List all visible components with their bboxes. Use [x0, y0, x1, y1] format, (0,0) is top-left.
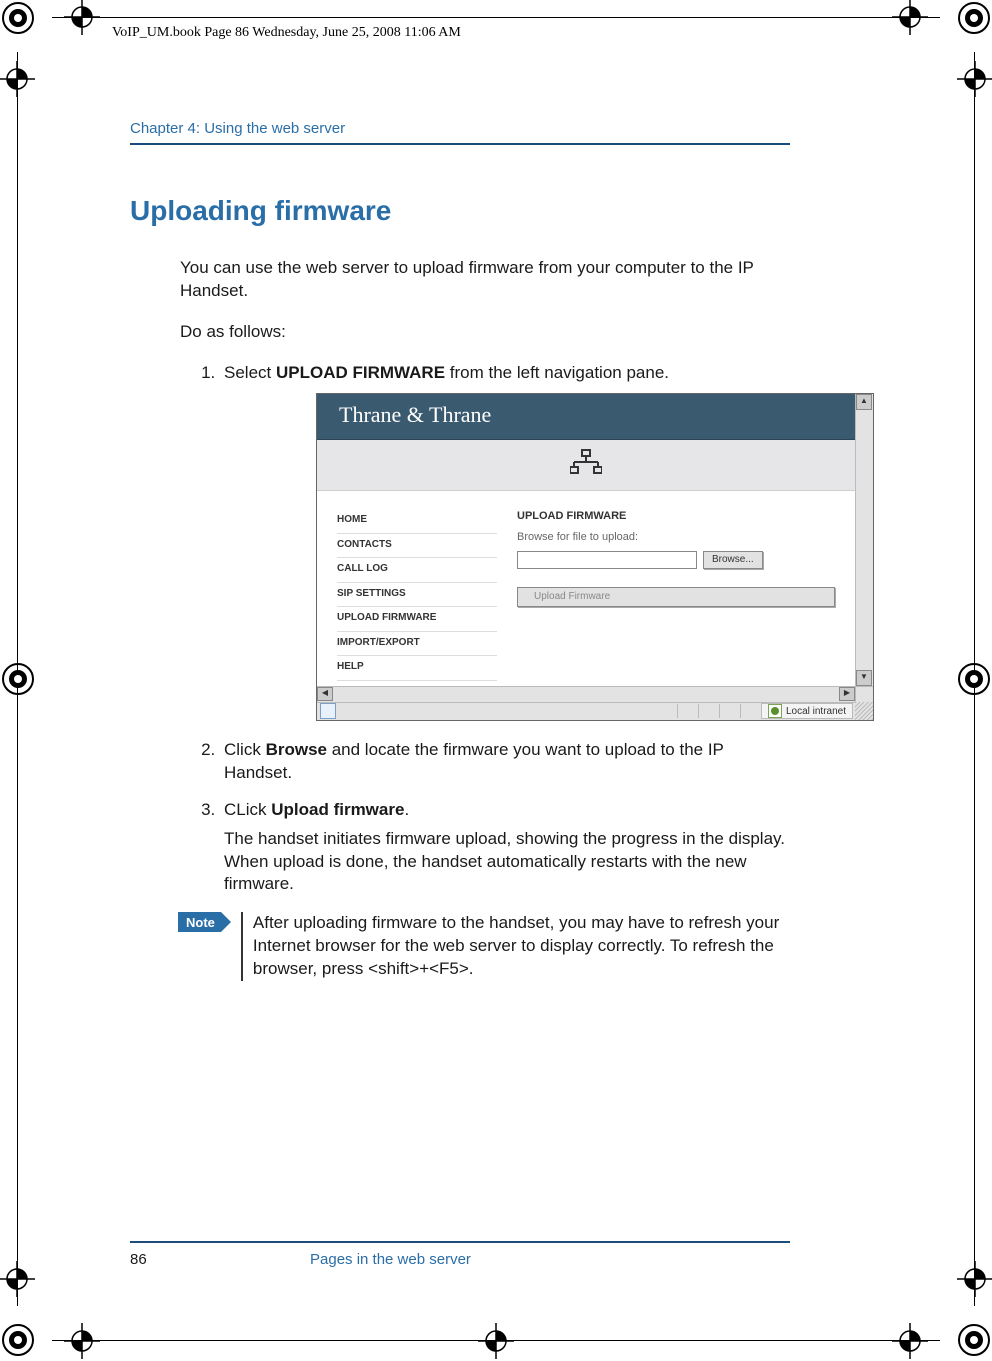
- panel-title: UPLOAD FIRMWARE: [517, 509, 835, 524]
- left-nav: HOME CONTACTS CALL LOG SIP SETTINGS UPLO…: [317, 491, 507, 685]
- page-status-icon: [320, 703, 336, 719]
- nav-item-home[interactable]: HOME: [337, 509, 497, 534]
- crop-circle-icon: [0, 1320, 38, 1360]
- intro-paragraph-1: You can use the web server to upload fir…: [180, 257, 790, 303]
- embedded-screenshot: Thrane & Thrane HOME CONTACTS CALL LOG S…: [316, 393, 874, 721]
- crop-circle-icon: [0, 659, 38, 699]
- resize-grip-icon[interactable]: [855, 702, 873, 720]
- page-number: 86: [130, 1251, 310, 1268]
- registration-target-icon: [890, 1321, 930, 1361]
- registration-target-icon: [955, 59, 992, 99]
- page-content: Chapter 4: Using the web server Uploadin…: [130, 120, 790, 981]
- screenshot-body: HOME CONTACTS CALL LOG SIP SETTINGS UPLO…: [317, 491, 855, 685]
- crop-circle-icon: [954, 1320, 992, 1360]
- status-segment: [677, 704, 694, 718]
- intranet-zone-icon: [768, 704, 782, 718]
- nav-item-import-export[interactable]: IMPORT/EXPORT: [337, 632, 497, 657]
- chapter-title: Chapter 4: Using the web server: [130, 120, 790, 145]
- header-icon-bar: [317, 440, 855, 491]
- status-bar: Local intranet: [317, 702, 873, 720]
- security-zone: Local intranet: [761, 703, 853, 719]
- status-segment: [698, 704, 715, 718]
- step-3-post: .: [404, 800, 409, 819]
- file-path-input[interactable]: [517, 551, 697, 569]
- step-2-pre: Click: [224, 740, 266, 759]
- browse-button[interactable]: Browse...: [703, 551, 763, 569]
- registration-target-icon: [955, 1259, 992, 1299]
- registration-target-icon: [62, 1321, 102, 1361]
- network-icon: [570, 449, 602, 482]
- scroll-left-icon[interactable]: ◀: [317, 687, 333, 701]
- scroll-right-icon[interactable]: ▶: [839, 687, 855, 701]
- crop-circle-icon: [954, 0, 992, 38]
- step-3-sub: The handset initiates firmware upload, s…: [224, 828, 790, 897]
- section-heading: Uploading firmware: [130, 195, 790, 227]
- step-3-bold: Upload firmware: [271, 800, 404, 819]
- nav-item-sip-settings[interactable]: SIP SETTINGS: [337, 583, 497, 608]
- footer-title: Pages in the web server: [310, 1251, 790, 1268]
- note-badge: Note: [178, 912, 221, 932]
- crop-circle-icon: [954, 659, 992, 699]
- main-panel: UPLOAD FIRMWARE Browse for file to uploa…: [507, 491, 855, 685]
- horizontal-scrollbar[interactable]: ◀ ▶: [317, 686, 855, 702]
- note-text: After uploading firmware to the handset,…: [241, 912, 790, 981]
- registration-target-icon: [476, 1321, 516, 1361]
- panel-subtitle: Browse for file to upload:: [517, 530, 835, 545]
- brand-header: Thrane & Thrane: [317, 394, 855, 441]
- registration-target-icon: [0, 59, 37, 99]
- scrollbar-corner: [855, 686, 873, 702]
- status-segment: [740, 704, 757, 718]
- step-3-pre: CLick: [224, 800, 271, 819]
- step-1: Select UPLOAD FIRMWARE from the left nav…: [220, 362, 790, 721]
- running-header: VoIP_UM.book Page 86 Wednesday, June 25,…: [112, 25, 461, 41]
- scroll-up-icon[interactable]: ▲: [856, 394, 872, 410]
- upload-firmware-button[interactable]: Upload Firmware: [517, 587, 835, 607]
- nav-item-contacts[interactable]: CONTACTS: [337, 534, 497, 559]
- registration-target-icon: [0, 1259, 37, 1299]
- step-1-bold: UPLOAD FIRMWARE: [276, 363, 445, 382]
- nav-item-upload-firmware[interactable]: UPLOAD FIRMWARE: [337, 607, 497, 632]
- crop-line-top: [52, 17, 940, 18]
- step-3: CLick Upload firmware. The handset initi…: [220, 799, 790, 897]
- step-2: Click Browse and locate the firmware you…: [220, 739, 790, 785]
- status-segment: [719, 704, 736, 718]
- nav-item-help[interactable]: HELP: [337, 656, 497, 681]
- step-1-post: from the left navigation pane.: [445, 363, 669, 382]
- step-1-pre: Select: [224, 363, 276, 382]
- vertical-scrollbar[interactable]: ▲ ▼: [855, 394, 873, 686]
- screenshot-inner: Thrane & Thrane HOME CONTACTS CALL LOG S…: [317, 394, 855, 686]
- scroll-down-icon[interactable]: ▼: [856, 670, 872, 686]
- intro-paragraph-2: Do as follows:: [180, 321, 790, 344]
- registration-target-icon: [62, 0, 102, 37]
- note-block: Note After uploading firmware to the han…: [178, 912, 790, 981]
- registration-target-icon: [890, 0, 930, 37]
- crop-circle-icon: [0, 0, 38, 38]
- nav-item-call-log[interactable]: CALL LOG: [337, 558, 497, 583]
- page-footer: 86 Pages in the web server: [130, 1241, 790, 1268]
- zone-label: Local intranet: [786, 705, 846, 719]
- step-2-bold: Browse: [266, 740, 327, 759]
